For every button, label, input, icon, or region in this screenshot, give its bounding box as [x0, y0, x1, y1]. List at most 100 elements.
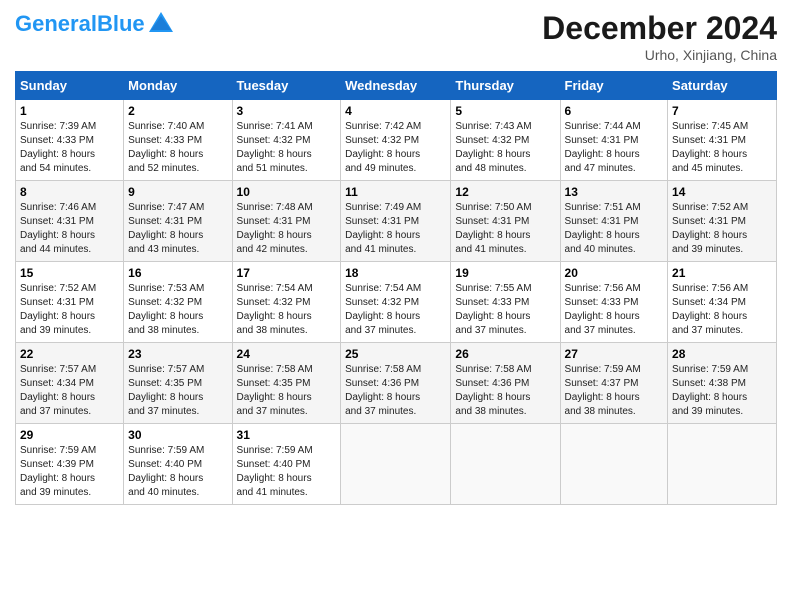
- day-info: Sunrise: 7:52 AM Sunset: 4:31 PM Dayligh…: [20, 282, 119, 338]
- calendar-week-1: 1 Sunrise: 7:39 AM Sunset: 4:33 PM Daylig…: [16, 100, 777, 181]
- day-number: 7: [672, 104, 772, 118]
- day-info: Sunrise: 7:48 AM Sunset: 4:31 PM Dayligh…: [237, 201, 337, 257]
- table-row: 30 Sunrise: 7:59 AM Sunset: 4:40 PM Dayli…: [124, 424, 232, 505]
- table-row: [668, 424, 777, 505]
- table-row: [451, 424, 560, 505]
- logo: GeneralBlue: [15, 10, 175, 38]
- logo-icon: [147, 10, 175, 38]
- day-number: 4: [345, 104, 446, 118]
- day-info: Sunrise: 7:44 AM Sunset: 4:31 PM Dayligh…: [565, 120, 664, 176]
- col-sunday: Sunday: [16, 72, 124, 100]
- day-info: Sunrise: 7:55 AM Sunset: 4:33 PM Dayligh…: [455, 282, 555, 338]
- day-number: 29: [20, 428, 119, 442]
- day-info: Sunrise: 7:59 AM Sunset: 4:37 PM Dayligh…: [565, 363, 664, 419]
- day-info: Sunrise: 7:54 AM Sunset: 4:32 PM Dayligh…: [345, 282, 446, 338]
- table-row: 13 Sunrise: 7:51 AM Sunset: 4:31 PM Dayli…: [560, 181, 668, 262]
- day-number: 8: [20, 185, 119, 199]
- day-number: 31: [237, 428, 337, 442]
- day-info: Sunrise: 7:56 AM Sunset: 4:34 PM Dayligh…: [672, 282, 772, 338]
- day-info: Sunrise: 7:58 AM Sunset: 4:36 PM Dayligh…: [345, 363, 446, 419]
- day-info: Sunrise: 7:59 AM Sunset: 4:40 PM Dayligh…: [237, 444, 337, 500]
- day-info: Sunrise: 7:42 AM Sunset: 4:32 PM Dayligh…: [345, 120, 446, 176]
- table-row: 8 Sunrise: 7:46 AM Sunset: 4:31 PM Daylig…: [16, 181, 124, 262]
- table-row: 2 Sunrise: 7:40 AM Sunset: 4:33 PM Daylig…: [124, 100, 232, 181]
- day-number: 16: [128, 266, 227, 280]
- table-row: 20 Sunrise: 7:56 AM Sunset: 4:33 PM Dayli…: [560, 262, 668, 343]
- location: Urho, Xinjiang, China: [542, 47, 777, 63]
- day-info: Sunrise: 7:40 AM Sunset: 4:33 PM Dayligh…: [128, 120, 227, 176]
- table-row: 3Sunrise: 7:41 AM Sunset: 4:32 PM Daylig…: [232, 100, 341, 181]
- day-info: Sunrise: 7:46 AM Sunset: 4:31 PM Dayligh…: [20, 201, 119, 257]
- day-info: Sunrise: 7:52 AM Sunset: 4:31 PM Dayligh…: [672, 201, 772, 257]
- table-row: 9 Sunrise: 7:47 AM Sunset: 4:31 PM Daylig…: [124, 181, 232, 262]
- col-tuesday: Tuesday: [232, 72, 341, 100]
- table-row: 17Sunrise: 7:54 AM Sunset: 4:32 PM Dayli…: [232, 262, 341, 343]
- table-row: 11 Sunrise: 7:49 AM Sunset: 4:31 PM Dayli…: [341, 181, 451, 262]
- table-row: [341, 424, 451, 505]
- day-number: 21: [672, 266, 772, 280]
- day-number: 12: [455, 185, 555, 199]
- day-number: 9: [128, 185, 227, 199]
- col-monday: Monday: [124, 72, 232, 100]
- logo-blue: Blue: [97, 11, 145, 36]
- day-number: 20: [565, 266, 664, 280]
- day-number: 1: [20, 104, 119, 118]
- table-row: [560, 424, 668, 505]
- day-info: Sunrise: 7:45 AM Sunset: 4:31 PM Dayligh…: [672, 120, 772, 176]
- day-info: Sunrise: 7:51 AM Sunset: 4:31 PM Dayligh…: [565, 201, 664, 257]
- day-info: Sunrise: 7:58 AM Sunset: 4:36 PM Dayligh…: [455, 363, 555, 419]
- table-row: 15Sunrise: 7:52 AM Sunset: 4:31 PM Dayli…: [16, 262, 124, 343]
- table-row: 29 Sunrise: 7:59 AM Sunset: 4:39 PM Dayli…: [16, 424, 124, 505]
- table-row: 16Sunrise: 7:53 AM Sunset: 4:32 PM Dayli…: [124, 262, 232, 343]
- table-row: 24Sunrise: 7:58 AM Sunset: 4:35 PM Dayli…: [232, 343, 341, 424]
- table-row: 21 Sunrise: 7:56 AM Sunset: 4:34 PM Dayli…: [668, 262, 777, 343]
- day-info: Sunrise: 7:59 AM Sunset: 4:38 PM Dayligh…: [672, 363, 772, 419]
- day-number: 27: [565, 347, 664, 361]
- calendar-header-row: Sunday Monday Tuesday Wednesday Thursday…: [16, 72, 777, 100]
- calendar-table: Sunday Monday Tuesday Wednesday Thursday…: [15, 71, 777, 505]
- day-number: 18: [345, 266, 446, 280]
- day-info: Sunrise: 7:50 AM Sunset: 4:31 PM Dayligh…: [455, 201, 555, 257]
- day-info: Sunrise: 7:54 AM Sunset: 4:32 PM Dayligh…: [237, 282, 337, 338]
- day-info: Sunrise: 7:41 AM Sunset: 4:32 PM Dayligh…: [237, 120, 337, 176]
- table-row: 27 Sunrise: 7:59 AM Sunset: 4:37 PM Dayli…: [560, 343, 668, 424]
- day-info: Sunrise: 7:56 AM Sunset: 4:33 PM Dayligh…: [565, 282, 664, 338]
- day-number: 14: [672, 185, 772, 199]
- col-wednesday: Wednesday: [341, 72, 451, 100]
- day-number: 2: [128, 104, 227, 118]
- month-title: December 2024: [542, 10, 777, 47]
- day-number: 28: [672, 347, 772, 361]
- day-number: 6: [565, 104, 664, 118]
- calendar-week-4: 22 Sunrise: 7:57 AM Sunset: 4:34 PM Dayli…: [16, 343, 777, 424]
- day-info: Sunrise: 7:58 AM Sunset: 4:35 PM Dayligh…: [237, 363, 337, 419]
- col-friday: Friday: [560, 72, 668, 100]
- day-info: Sunrise: 7:57 AM Sunset: 4:34 PM Dayligh…: [20, 363, 119, 419]
- day-info: Sunrise: 7:59 AM Sunset: 4:39 PM Dayligh…: [20, 444, 119, 500]
- calendar-week-3: 15Sunrise: 7:52 AM Sunset: 4:31 PM Dayli…: [16, 262, 777, 343]
- day-number: 22: [20, 347, 119, 361]
- day-info: Sunrise: 7:49 AM Sunset: 4:31 PM Dayligh…: [345, 201, 446, 257]
- day-number: 13: [565, 185, 664, 199]
- calendar-week-2: 8 Sunrise: 7:46 AM Sunset: 4:31 PM Daylig…: [16, 181, 777, 262]
- logo-text: GeneralBlue: [15, 13, 145, 35]
- table-row: 28 Sunrise: 7:59 AM Sunset: 4:38 PM Dayli…: [668, 343, 777, 424]
- day-info: Sunrise: 7:59 AM Sunset: 4:40 PM Dayligh…: [128, 444, 227, 500]
- title-area: December 2024 Urho, Xinjiang, China: [542, 10, 777, 63]
- table-row: 14 Sunrise: 7:52 AM Sunset: 4:31 PM Dayli…: [668, 181, 777, 262]
- day-number: 5: [455, 104, 555, 118]
- table-row: 26Sunrise: 7:58 AM Sunset: 4:36 PM Dayli…: [451, 343, 560, 424]
- day-info: Sunrise: 7:43 AM Sunset: 4:32 PM Dayligh…: [455, 120, 555, 176]
- table-row: 18 Sunrise: 7:54 AM Sunset: 4:32 PM Dayli…: [341, 262, 451, 343]
- day-info: Sunrise: 7:39 AM Sunset: 4:33 PM Dayligh…: [20, 120, 119, 176]
- table-row: 10 Sunrise: 7:48 AM Sunset: 4:31 PM Dayli…: [232, 181, 341, 262]
- day-info: Sunrise: 7:47 AM Sunset: 4:31 PM Dayligh…: [128, 201, 227, 257]
- table-row: 19 Sunrise: 7:55 AM Sunset: 4:33 PM Dayli…: [451, 262, 560, 343]
- day-number: 30: [128, 428, 227, 442]
- day-number: 10: [237, 185, 337, 199]
- day-number: 19: [455, 266, 555, 280]
- table-row: 22 Sunrise: 7:57 AM Sunset: 4:34 PM Dayli…: [16, 343, 124, 424]
- day-number: 11: [345, 185, 446, 199]
- table-row: 4 Sunrise: 7:42 AM Sunset: 4:32 PM Daylig…: [341, 100, 451, 181]
- table-row: 7 Sunrise: 7:45 AM Sunset: 4:31 PM Daylig…: [668, 100, 777, 181]
- table-row: 25Sunrise: 7:58 AM Sunset: 4:36 PM Dayli…: [341, 343, 451, 424]
